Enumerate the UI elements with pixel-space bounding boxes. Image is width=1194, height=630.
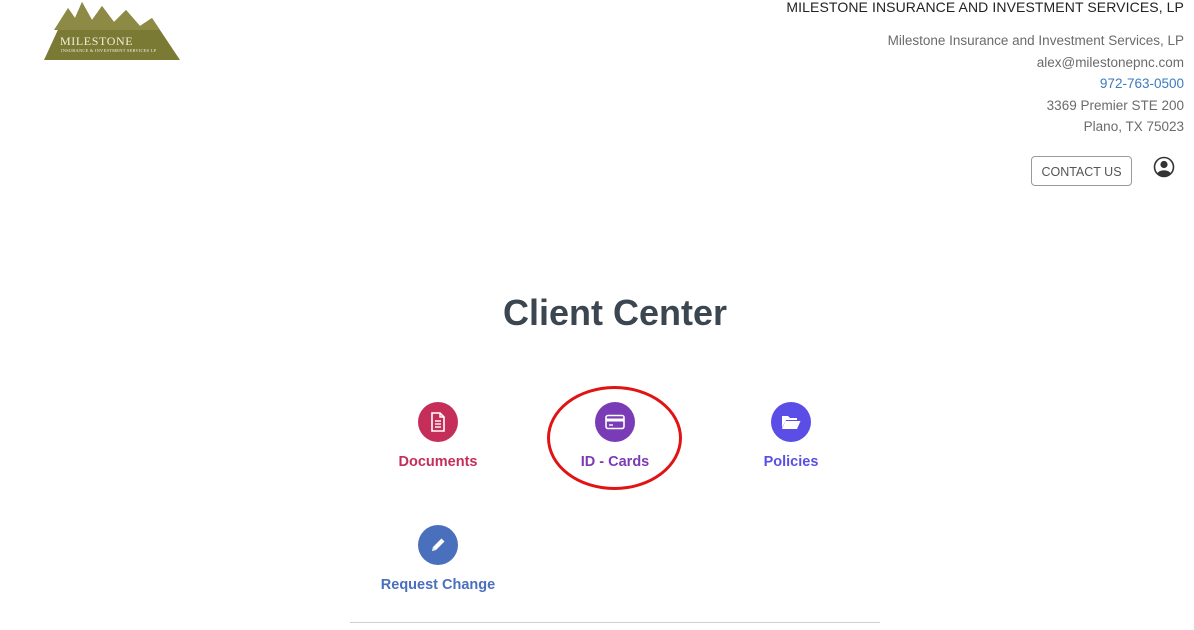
id-cards-circle[interactable] (595, 402, 635, 442)
request-change-label[interactable]: Request Change (368, 577, 508, 593)
agency-name: MILESTONE INSURANCE AND INVESTMENT SERVI… (786, 0, 1184, 15)
id-cards-label[interactable]: ID - Cards (545, 454, 685, 470)
logo-subtitle: INSURANCE & INVESTMENT SERVICES LP (61, 48, 157, 53)
contact-company: Milestone Insurance and Investment Servi… (887, 33, 1184, 48)
documents-label[interactable]: Documents (368, 454, 508, 470)
policies-circle[interactable] (771, 402, 811, 442)
request-change-circle[interactable] (418, 525, 458, 565)
policies-tile[interactable]: Policies (721, 402, 861, 470)
id-cards-tile[interactable]: ID - Cards (545, 402, 685, 470)
page: MILESTONE INSURANCE & INVESTMENT SERVICE… (0, 0, 1194, 630)
folder-open-icon (782, 416, 801, 429)
contact-phone-link[interactable]: 972-763-0500 (888, 73, 1184, 95)
credit-card-icon (605, 414, 625, 430)
contact-address-line2: Plano, TX 75023 (1083, 119, 1184, 134)
contact-info: Milestone Insurance and Investment Servi… (888, 30, 1184, 138)
milestone-logo[interactable]: MILESTONE INSURANCE & INVESTMENT SERVICE… (44, 0, 182, 62)
policies-label[interactable]: Policies (721, 454, 861, 470)
logo-name: MILESTONE (60, 34, 134, 48)
documents-tile[interactable]: Documents (368, 402, 508, 470)
page-title: Client Center (502, 292, 728, 333)
documents-circle[interactable] (418, 402, 458, 442)
request-change-tile[interactable]: Request Change (368, 525, 508, 593)
pencil-icon (432, 538, 445, 551)
contact-us-button[interactable]: CONTACT US (1031, 156, 1132, 186)
contact-email[interactable]: alex@milestonepnc.com (888, 52, 1184, 74)
user-circle-icon[interactable] (1153, 156, 1175, 178)
contact-address-line1: 3369 Premier STE 200 (1046, 97, 1184, 113)
document-icon (431, 412, 445, 432)
section-divider (350, 622, 880, 623)
